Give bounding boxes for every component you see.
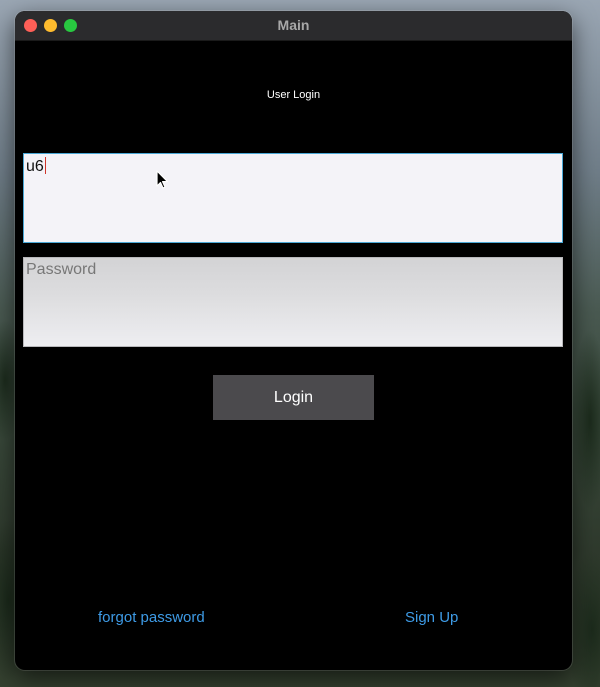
window-title: Main — [277, 17, 310, 33]
username-input[interactable]: u6 — [23, 153, 563, 243]
mouse-pointer-icon — [156, 170, 169, 189]
sign-up-link[interactable]: Sign Up — [405, 609, 458, 626]
title-bar[interactable]: Main — [15, 11, 572, 41]
password-input[interactable]: Password — [23, 257, 563, 347]
app-window: Main User Login u6 Password Login forgot… — [15, 11, 572, 670]
page-title: User Login — [266, 89, 321, 101]
login-button[interactable]: Login — [213, 375, 374, 420]
text-caret — [44, 157, 46, 174]
password-placeholder: Password — [26, 261, 97, 278]
forgot-password-link[interactable]: forgot password — [98, 609, 205, 626]
login-form: User Login u6 Password Login forgot pass… — [15, 41, 572, 670]
username-value: u6 — [26, 158, 44, 175]
